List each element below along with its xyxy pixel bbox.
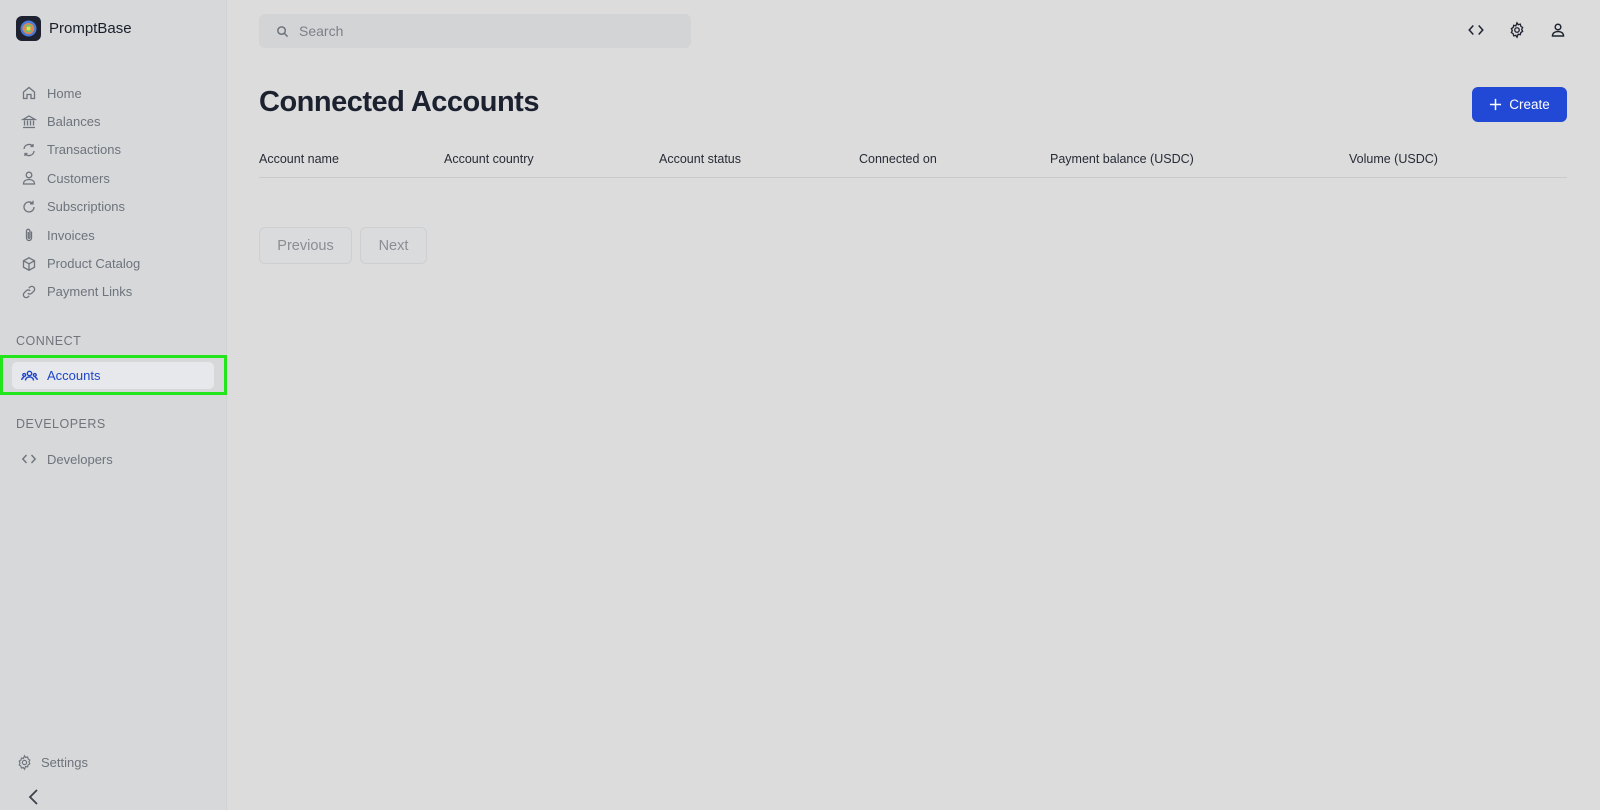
box-icon bbox=[22, 256, 36, 271]
code-icon bbox=[1468, 24, 1484, 36]
page-title: Connected Accounts bbox=[259, 86, 539, 118]
column-header: Account status bbox=[659, 152, 741, 166]
developers-top-button[interactable] bbox=[1466, 20, 1486, 40]
search-icon bbox=[277, 25, 289, 37]
sidebar-item-label: Home bbox=[47, 85, 82, 101]
sidebar-item-label: Customers bbox=[47, 170, 110, 186]
sidebar-item-home[interactable]: Home bbox=[12, 79, 215, 107]
search-input[interactable] bbox=[299, 23, 659, 39]
brand[interactable]: PromptBase bbox=[16, 16, 132, 41]
app-name: PromptBase bbox=[49, 20, 132, 37]
sidebar-item-label: Invoices bbox=[47, 227, 95, 243]
refresh-icon bbox=[23, 143, 35, 157]
section-label-developers: DEVELOPERS bbox=[16, 417, 106, 431]
sidebar-item-label: Developers bbox=[47, 451, 113, 467]
brain-logo-icon bbox=[16, 16, 41, 41]
collapse-sidebar-button[interactable] bbox=[26, 787, 42, 807]
column-header: Payment balance (USDC) bbox=[1050, 152, 1194, 166]
top-actions bbox=[1466, 20, 1568, 40]
sidebar-item-customers[interactable]: Customers bbox=[12, 164, 215, 192]
table-header: Account name Account country Account sta… bbox=[259, 146, 1567, 178]
gear-icon bbox=[1510, 21, 1524, 39]
sidebar-nav: Home Balances Transactions Customers Sub… bbox=[12, 79, 215, 306]
rotate-icon bbox=[23, 200, 35, 213]
sidebar: PromptBase Home Balances Transactions Cu… bbox=[0, 0, 227, 810]
user-icon bbox=[22, 171, 36, 186]
sidebar-item-accounts[interactable]: Accounts bbox=[12, 362, 214, 389]
sidebar-item-subscriptions[interactable]: Subscriptions bbox=[12, 193, 215, 221]
link-icon bbox=[22, 285, 36, 299]
sidebar-item-transactions[interactable]: Transactions bbox=[12, 136, 215, 164]
sidebar-item-settings[interactable]: Settings bbox=[16, 754, 88, 771]
code-icon bbox=[21, 454, 37, 464]
section-label-connect: CONNECT bbox=[16, 334, 82, 348]
create-button-label: Create bbox=[1509, 97, 1550, 112]
bank-icon bbox=[21, 114, 37, 128]
column-header: Connected on bbox=[859, 152, 937, 166]
sidebar-item-label: Transactions bbox=[47, 142, 121, 158]
settings-label: Settings bbox=[41, 755, 88, 770]
previous-button[interactable]: Previous bbox=[259, 227, 352, 264]
sidebar-item-developers[interactable]: Developers bbox=[12, 445, 215, 473]
sidebar-item-label: Accounts bbox=[47, 368, 101, 383]
profile-top-button[interactable] bbox=[1548, 20, 1568, 40]
column-header: Account country bbox=[444, 152, 534, 166]
sidebar-item-payment-links[interactable]: Payment Links bbox=[12, 278, 215, 306]
sidebar-item-product-catalog[interactable]: Product Catalog bbox=[12, 249, 215, 277]
column-header: Account name bbox=[259, 152, 339, 166]
chevron-left-icon bbox=[28, 789, 38, 805]
paperclip-icon bbox=[25, 228, 33, 242]
sidebar-item-label: Payment Links bbox=[47, 284, 133, 300]
sidebar-item-invoices[interactable]: Invoices bbox=[12, 221, 215, 249]
user-icon bbox=[1551, 23, 1565, 37]
home-icon bbox=[22, 86, 36, 100]
sidebar-item-balances[interactable]: Balances bbox=[12, 107, 215, 135]
column-header: Volume (USDC) bbox=[1349, 152, 1438, 166]
sidebar-item-label: Product Catalog bbox=[47, 256, 141, 272]
settings-top-button[interactable] bbox=[1507, 20, 1527, 40]
gear-icon bbox=[18, 754, 31, 771]
next-button[interactable]: Next bbox=[360, 227, 427, 264]
plus-icon bbox=[1490, 98, 1502, 111]
search-bar[interactable] bbox=[259, 14, 691, 48]
create-button[interactable]: Create bbox=[1472, 87, 1567, 122]
sidebar-item-label: Subscriptions bbox=[47, 199, 126, 215]
sidebar-item-label: Balances bbox=[47, 114, 101, 130]
users-group-icon bbox=[21, 370, 38, 381]
